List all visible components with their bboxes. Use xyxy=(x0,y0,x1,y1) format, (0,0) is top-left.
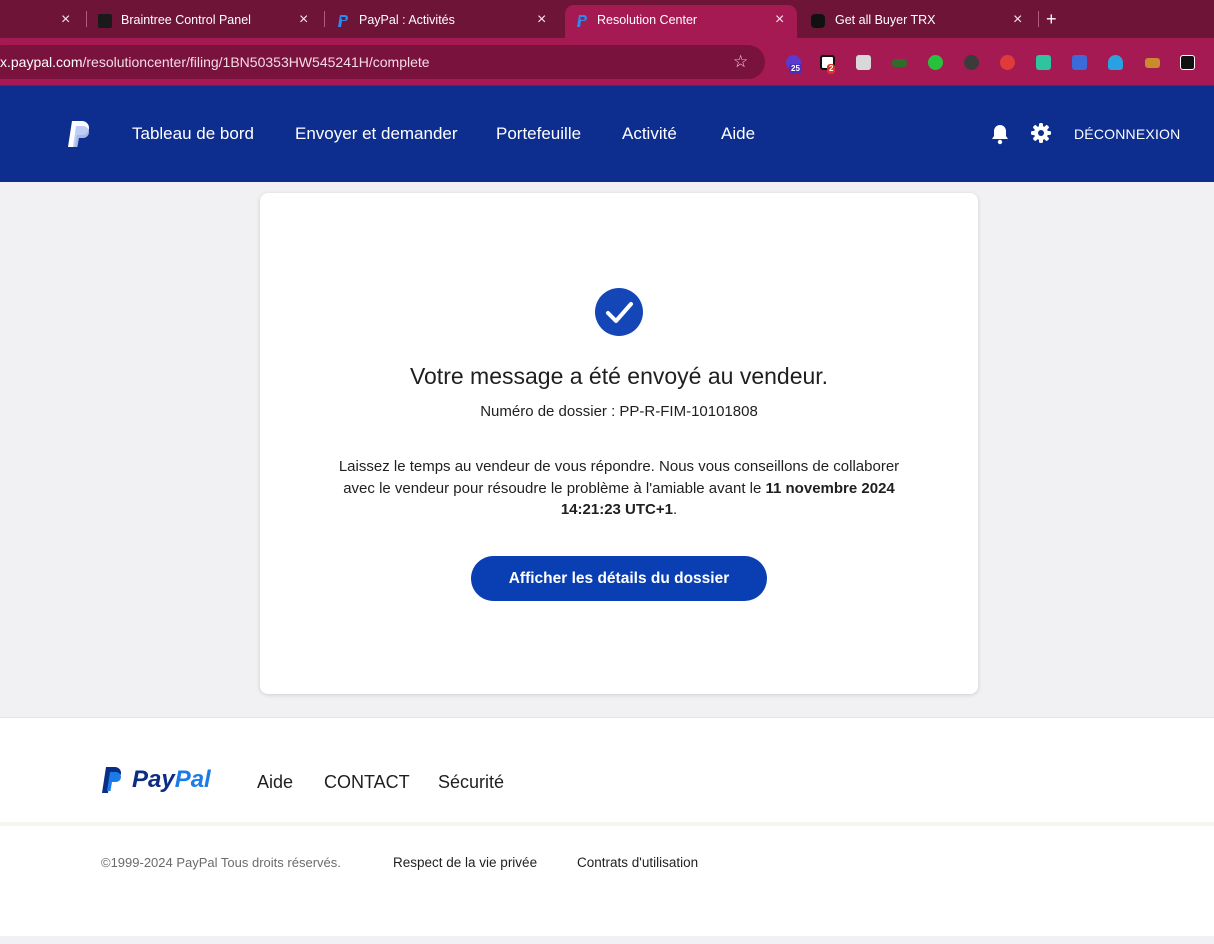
app-favicon-icon xyxy=(811,14,825,28)
case-number: Numéro de dossier : PP-R-FIM-10101808 xyxy=(480,403,758,420)
copyright-text: ©1999-2024 PayPal Tous droits réservés. xyxy=(101,855,341,870)
paypal-header: Tableau de bord Envoyer et demander Port… xyxy=(0,86,1214,182)
footer-link-securite[interactable]: Sécurité xyxy=(438,772,504,793)
extension-badge: 25 xyxy=(789,64,802,74)
confirmation-card: Votre message a été envoyé au vendeur. N… xyxy=(260,193,978,694)
terms-link[interactable]: Contrats d'utilisation xyxy=(577,855,698,870)
address-bar[interactable]: x.paypal.com/resolutioncenter/filing/1BN… xyxy=(0,45,765,79)
wordmark-pay: Pay xyxy=(132,766,175,793)
thumbs-up-extension-icon[interactable] xyxy=(928,55,943,70)
tab-close-icon[interactable]: × xyxy=(1013,12,1022,28)
footer-link-contact[interactable]: CONTACT xyxy=(324,772,410,793)
extension-icon[interactable] xyxy=(1000,55,1015,70)
extension-icon[interactable] xyxy=(856,55,871,70)
logout-link[interactable]: DÉCONNEXION xyxy=(1074,126,1180,142)
cloud-upload-extension-icon[interactable] xyxy=(1108,55,1123,70)
page-bottom-edge xyxy=(0,936,1214,944)
extension-icon[interactable] xyxy=(964,55,979,70)
footer-divider xyxy=(0,822,1214,826)
browser-toolbar: x.paypal.com/resolutioncenter/filing/1BN… xyxy=(0,38,1214,86)
success-check-icon xyxy=(595,288,643,336)
view-case-details-button[interactable]: Afficher les détails du dossier xyxy=(471,556,767,601)
nav-aide[interactable]: Aide xyxy=(721,124,755,144)
tab-separator xyxy=(86,11,87,27)
url-path: /resolutioncenter/filing/1BN50353HW54524… xyxy=(82,54,430,70)
settings-gear-icon[interactable] xyxy=(1031,123,1051,148)
url-host: x.paypal.com xyxy=(0,54,83,70)
paypal-logo-icon xyxy=(102,767,121,793)
braintree-favicon-icon xyxy=(98,14,112,28)
privacy-link[interactable]: Respect de la vie privée xyxy=(393,855,537,870)
page-footer: PayPal Aide CONTACT Sécurité ©1999-2024 … xyxy=(0,717,1214,936)
extension-icon[interactable] xyxy=(1036,55,1051,70)
paypal-footer-logo[interactable]: PayPal xyxy=(101,766,211,794)
footer-link-aide[interactable]: Aide xyxy=(257,772,293,793)
browser-tab-strip: × Braintree Control Panel × PayPal : Act… xyxy=(0,0,1214,38)
tab-title: Resolution Center xyxy=(597,13,698,27)
tab-separator xyxy=(324,11,325,27)
paypal-logo-icon[interactable] xyxy=(66,119,94,154)
tab-title: Get all Buyer TRX xyxy=(835,13,936,27)
paypal-favicon-icon xyxy=(336,14,350,28)
tab-close-icon[interactable]: × xyxy=(775,12,784,28)
new-tab-button[interactable]: + xyxy=(1046,9,1057,30)
tab-close-icon[interactable]: × xyxy=(299,12,308,28)
tab-paypal-activites[interactable]: PayPal : Activités × xyxy=(326,5,556,38)
paypal-wordmark: PayPal xyxy=(132,766,211,794)
extension-icon[interactable] xyxy=(1145,58,1160,68)
confirmation-heading: Votre message a été envoyé au vendeur. xyxy=(409,363,829,389)
tab-close-icon[interactable]: × xyxy=(537,12,546,28)
tab-title: PayPal : Activités xyxy=(359,13,455,27)
tab-title: Braintree Control Panel xyxy=(121,13,251,27)
nav-portefeuille[interactable]: Portefeuille xyxy=(496,124,581,144)
nav-activite[interactable]: Activité xyxy=(622,124,677,144)
tab-close-icon[interactable]: × xyxy=(61,12,70,28)
message-end: . xyxy=(672,501,678,518)
nav-envoyer-et-demander[interactable]: Envoyer et demander xyxy=(295,124,458,144)
confirmation-message: Laissez le temps au vendeur de vous répo… xyxy=(330,456,908,521)
url-text[interactable]: x.paypal.com/resolutioncenter/filing/1BN… xyxy=(0,54,430,70)
tab-resolution-center[interactable]: Resolution Center × xyxy=(565,5,797,38)
extension-icon[interactable] xyxy=(1180,55,1195,70)
tab-previous[interactable]: × xyxy=(0,5,80,38)
tab-separator xyxy=(1038,11,1039,27)
tab-buyer-trx[interactable]: Get all Buyer TRX × xyxy=(803,5,1033,38)
nav-tableau-de-bord[interactable]: Tableau de bord xyxy=(132,124,254,144)
wordmark-pal: Pal xyxy=(174,766,211,793)
extension-badge: 2 xyxy=(827,64,836,74)
tab-braintree[interactable]: Braintree Control Panel × xyxy=(88,5,318,38)
paypal-favicon-icon xyxy=(575,14,589,28)
extension-icon[interactable] xyxy=(892,59,907,67)
bookmark-star-icon[interactable]: ☆ xyxy=(733,52,748,72)
notification-bell-icon[interactable] xyxy=(990,123,1010,150)
extension-icon[interactable] xyxy=(1072,55,1087,70)
